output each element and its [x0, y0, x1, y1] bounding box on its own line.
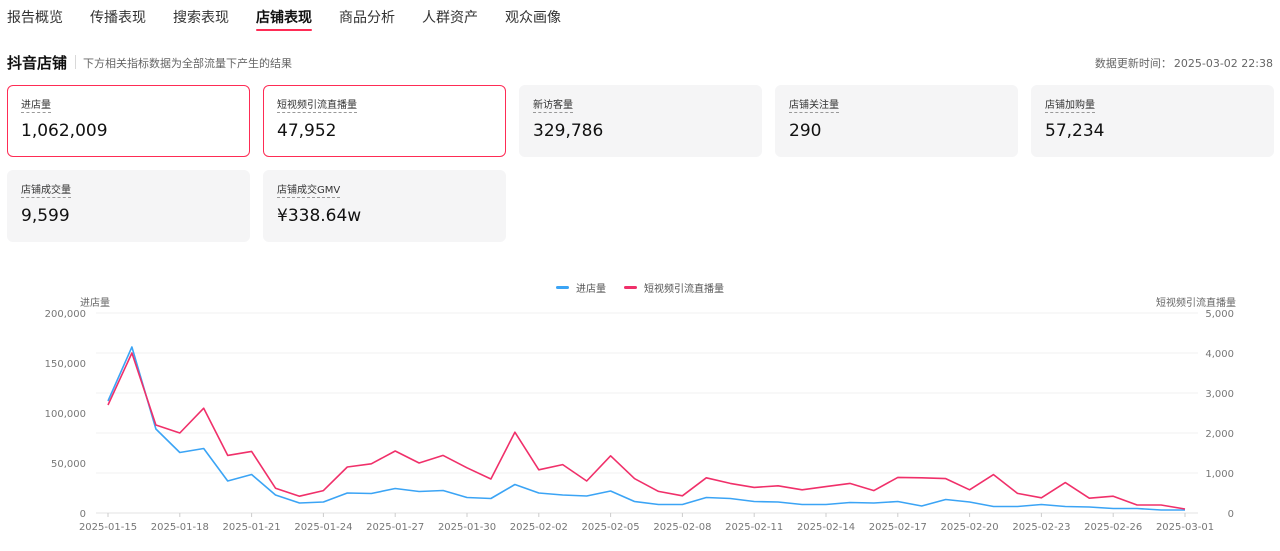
metric-value: 57,234: [1045, 121, 1105, 141]
x-axis-tick: 2025-02-23: [1012, 522, 1070, 533]
left-axis-tick: 50,000: [51, 459, 86, 470]
legend-swatch-visits: [556, 286, 569, 289]
x-axis-tick: 2025-01-24: [294, 522, 352, 533]
metric-value: 47,952: [277, 121, 337, 141]
update-time-value: 2025-03-02 22:38: [1173, 57, 1273, 70]
metric-card[interactable]: 进店量 1,062,009: [7, 85, 250, 157]
section-title: 抖音店铺: [7, 54, 68, 72]
x-axis-tick: 2025-02-14: [797, 522, 855, 533]
x-axis-tick: 2025-02-08: [653, 522, 711, 533]
metric-card[interactable]: 店铺成交量 9,599: [7, 170, 250, 242]
update-time-label: 数据更新时间：: [1094, 57, 1172, 70]
left-axis-tick: 0: [80, 509, 86, 520]
metric-label: 短视频引流直播量: [277, 100, 357, 113]
metric-card[interactable]: 店铺成交GMV ¥338.64w: [263, 170, 506, 242]
legend-item-visits[interactable]: 进店量: [556, 280, 606, 295]
right-axis-tick: 5,000: [1205, 309, 1234, 320]
legend-label-visits: 进店量: [576, 284, 606, 295]
tab-3[interactable]: 店铺表现: [256, 0, 312, 34]
metric-card[interactable]: 店铺关注量 290: [775, 85, 1018, 157]
report-tabs: 报告概览 传播表现 搜索表现 店铺表现 商品分析 人群资产 观众画像: [0, 0, 588, 34]
metric-value: 9,599: [21, 206, 70, 226]
tab-5[interactable]: 人群资产: [422, 0, 478, 34]
x-axis-tick: 2025-02-17: [869, 522, 927, 533]
metric-card[interactable]: 短视频引流直播量 47,952: [263, 85, 506, 157]
legend-label-live-traffic: 短视频引流直播量: [644, 284, 724, 295]
x-axis-tick: 2025-02-20: [941, 522, 999, 533]
metric-label: 进店量: [21, 100, 51, 113]
x-axis-tick: 2025-03-01: [1156, 522, 1214, 533]
x-axis-tick: 2025-02-05: [582, 522, 640, 533]
x-axis-tick: 2025-02-11: [725, 522, 783, 533]
right-axis-name: 短视频引流直播量: [1156, 298, 1236, 309]
tab-0[interactable]: 报告概览: [7, 0, 63, 34]
x-axis-tick: 2025-01-15: [79, 522, 137, 533]
metric-value: 1,062,009: [21, 121, 108, 141]
section-header: 抖音店铺 下方相关指标数据为全部流量下产生的结果 数据更新时间： 2025-03-…: [0, 48, 1280, 76]
right-axis-tick: 1,000: [1205, 469, 1234, 480]
right-axis-tick: 2,000: [1205, 429, 1234, 440]
metric-label: 店铺加购量: [1045, 100, 1095, 113]
x-axis-tick: 2025-02-02: [510, 522, 568, 533]
x-axis-tick: 2025-01-27: [366, 522, 424, 533]
chart-legend: 进店量 短视频引流直播量: [556, 280, 742, 295]
left-axis-tick: 150,000: [45, 359, 86, 370]
metric-value: 290: [789, 121, 822, 141]
left-axis-tick: 200,000: [45, 309, 86, 320]
metric-label: 店铺成交GMV: [277, 185, 341, 198]
metric-label: 店铺成交量: [21, 185, 71, 198]
right-axis-tick: 3,000: [1205, 389, 1234, 400]
section-description: 下方相关指标数据为全部流量下产生的结果: [83, 57, 292, 70]
tab-2[interactable]: 搜索表现: [173, 0, 229, 34]
legend-item-live-traffic[interactable]: 短视频引流直播量: [624, 280, 724, 295]
metric-card[interactable]: 店铺加购量 57,234: [1031, 85, 1274, 157]
x-axis-tick: 2025-01-21: [223, 522, 281, 533]
tab-1[interactable]: 传播表现: [90, 0, 146, 34]
left-axis-name: 进店量: [80, 298, 110, 309]
metric-label: 新访客量: [533, 100, 573, 113]
trend-chart[interactable]: 0 50,000 100,000 150,000 200,000 0 1,000 2,000 3…: [0, 0, 1280, 551]
series-line-live-traffic: [107, 352, 1186, 510]
x-axis-tick: 2025-01-30: [438, 522, 496, 533]
right-axis-tick: 4,000: [1205, 349, 1234, 360]
x-axis-tick: 2025-01-18: [151, 522, 209, 533]
metric-card[interactable]: 新访客量 329,786: [519, 85, 762, 157]
metric-value: 329,786: [533, 121, 604, 141]
series-line-visits: [107, 346, 1185, 511]
tab-6[interactable]: 观众画像: [505, 0, 561, 34]
legend-swatch-live-traffic: [624, 286, 637, 289]
left-axis-tick: 100,000: [45, 409, 86, 420]
update-time: 数据更新时间： 2025-03-02 22:38: [1095, 55, 1273, 71]
metric-value: ¥338.64w: [277, 206, 362, 226]
x-axis-tick: 2025-02-26: [1084, 522, 1142, 533]
tab-4[interactable]: 商品分析: [339, 0, 395, 34]
metric-label: 店铺关注量: [789, 100, 839, 113]
right-axis-tick: 0: [1228, 509, 1234, 520]
section-divider: [75, 55, 76, 69]
